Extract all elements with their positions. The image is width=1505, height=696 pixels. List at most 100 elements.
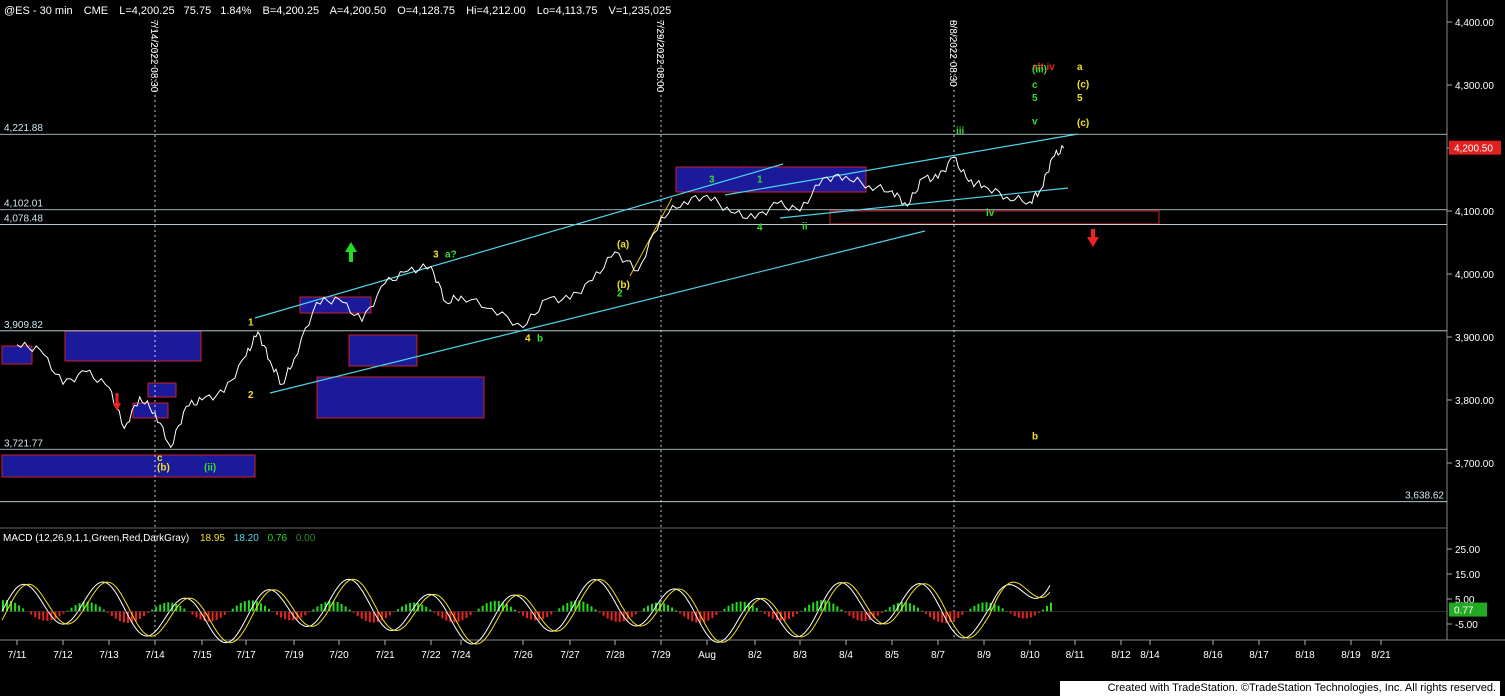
macd-hist-bar bbox=[139, 611, 142, 619]
macd-hist-bar bbox=[118, 611, 121, 622]
volume-label: V=1,235,025 bbox=[609, 5, 672, 17]
macd-hist-bar bbox=[739, 601, 742, 612]
macd-hist-bar bbox=[933, 611, 936, 620]
macd-hist-bar bbox=[235, 605, 238, 612]
x-axis-tick-label: 7/15 bbox=[192, 650, 212, 661]
macd-hist-bar bbox=[155, 606, 158, 612]
x-axis-tick-label: 8/5 bbox=[885, 650, 899, 661]
macd-hist-bar bbox=[832, 603, 835, 612]
macd-hist-bar bbox=[264, 605, 266, 612]
zero-value: 0.00 bbox=[296, 533, 316, 544]
macd-y-tick-label: -5.00 bbox=[1455, 620, 1478, 631]
macd-hist-bar bbox=[388, 611, 391, 616]
wave-label: 2 bbox=[248, 390, 254, 401]
macd-hist-bar bbox=[70, 607, 73, 612]
price-chart[interactable]: @ES - 30 min CME L=4,200.25 75.75 1.84% … bbox=[0, 0, 1505, 696]
macd-hist-bar bbox=[602, 611, 605, 616]
macd-hist-bar bbox=[683, 611, 686, 617]
ask-label: A=4,200.50 bbox=[330, 5, 387, 17]
macd-hist-bar bbox=[836, 606, 839, 612]
x-axis-tick-label: 7/13 bbox=[99, 650, 119, 661]
wave-label: 4 bbox=[525, 333, 531, 344]
macd-hist-bar bbox=[1029, 611, 1032, 618]
macd-hist-bar bbox=[916, 607, 919, 612]
macd-hist-bar bbox=[558, 608, 561, 612]
macd-hist-bar bbox=[191, 611, 194, 615]
macd-hist-bar bbox=[489, 601, 492, 612]
macd-hist-bar bbox=[509, 606, 512, 612]
x-axis-tick-label: Aug bbox=[698, 650, 716, 661]
macd-hist-bar bbox=[320, 603, 323, 612]
wave-label: (b) bbox=[617, 280, 630, 291]
macd-hist-bar bbox=[594, 609, 597, 612]
macd-hist-bar bbox=[368, 611, 371, 623]
macd-hist-bar bbox=[856, 611, 859, 621]
macd-hist-bar bbox=[763, 611, 766, 614]
macd-hist-bar bbox=[848, 611, 851, 616]
macd-hist-bar bbox=[582, 601, 585, 612]
y-axis-tick-label: 3,800.00 bbox=[1455, 396, 1494, 407]
macd-hist-bar bbox=[312, 609, 315, 612]
macd-hist-bar bbox=[280, 611, 283, 618]
macd-hist-bar bbox=[691, 611, 694, 622]
macd-title: MACD (12,26,9,1,1,Green,Red,DarkGray) bbox=[3, 533, 189, 544]
macd-hist-bar bbox=[828, 601, 831, 612]
wave-label: (b) bbox=[157, 463, 170, 474]
x-axis-tick-label: 7/21 bbox=[375, 650, 395, 661]
macd-hist-bar bbox=[888, 607, 891, 612]
wave-label: (c) bbox=[1077, 80, 1089, 91]
horizontal-level-label: 4,102.01 bbox=[4, 199, 43, 210]
y-axis-tick-label: 3,900.00 bbox=[1455, 333, 1494, 344]
x-axis-tick-label: 7/11 bbox=[8, 650, 27, 661]
macd-hist-bar bbox=[977, 603, 980, 612]
macd-hist-bar bbox=[42, 611, 45, 621]
macd-hist-bar bbox=[211, 611, 214, 622]
wave-label: (a) bbox=[617, 240, 629, 251]
wave-label: a bbox=[1077, 62, 1083, 73]
wave-label: a? bbox=[445, 250, 457, 261]
macd-hist-bar bbox=[98, 606, 101, 612]
change-pct-label: 1.84% bbox=[220, 5, 251, 17]
wave-label: 1 bbox=[757, 175, 763, 186]
macd-hist-bar bbox=[14, 602, 17, 612]
footer-credit: Created with TradeStation. ©TradeStation… bbox=[1060, 681, 1500, 696]
macd-hist-bar bbox=[74, 605, 77, 612]
macd-hist-bar bbox=[401, 606, 404, 612]
x-axis-tick-label: 8/17 bbox=[1249, 650, 1269, 661]
y-axis-tick-label: 3,700.00 bbox=[1455, 459, 1494, 470]
x-axis-tick-label: 8/21 bbox=[1371, 650, 1391, 661]
macd-hist-bar bbox=[642, 608, 645, 612]
wave-label: iii bbox=[956, 126, 965, 137]
x-axis-tick-label: 7/19 bbox=[284, 650, 304, 661]
x-axis-tick-label: 8/7 bbox=[931, 650, 945, 661]
change-label: 75.75 bbox=[184, 5, 212, 17]
macd-hist-bar bbox=[997, 605, 1000, 612]
symbol-label: @ES - 30 min bbox=[4, 5, 73, 17]
open-label: O=4,128.75 bbox=[397, 5, 455, 17]
x-axis-tick-label: 7/28 bbox=[605, 650, 625, 661]
horizontal-level-label: 3,909.82 bbox=[4, 320, 43, 331]
wave-label: c bbox=[1032, 80, 1038, 91]
wave-label: 3 bbox=[433, 250, 439, 261]
macd-last-label: 0.77 bbox=[1454, 606, 1474, 617]
macd-hist-bar bbox=[957, 611, 960, 618]
macd-hist-bar bbox=[485, 603, 488, 612]
macd-hist-bar bbox=[650, 603, 653, 612]
last-label: L=4,200.25 bbox=[119, 5, 174, 17]
macd-hist-bar bbox=[34, 611, 37, 618]
wave-label: 3 bbox=[709, 175, 715, 186]
macd-hist-bar bbox=[614, 611, 617, 622]
macd-hist-bar bbox=[671, 607, 674, 612]
horizontal-level-label: 4,078.48 bbox=[4, 214, 43, 225]
macd-hist-bar bbox=[94, 604, 97, 612]
wave-label: ii bbox=[802, 221, 808, 232]
macd-y-tick-label: 15.00 bbox=[1455, 570, 1480, 581]
macd-hist-bar bbox=[477, 608, 480, 612]
low-label: Lo=4,113.75 bbox=[537, 5, 598, 17]
wave-label: (ii) bbox=[204, 463, 216, 474]
macd-hist-bar bbox=[122, 611, 125, 623]
macd-hist-bar bbox=[852, 611, 855, 619]
macd-hist-bar bbox=[114, 611, 117, 619]
macd-hist-bar bbox=[465, 611, 468, 618]
macd-hist-bar bbox=[546, 611, 549, 618]
